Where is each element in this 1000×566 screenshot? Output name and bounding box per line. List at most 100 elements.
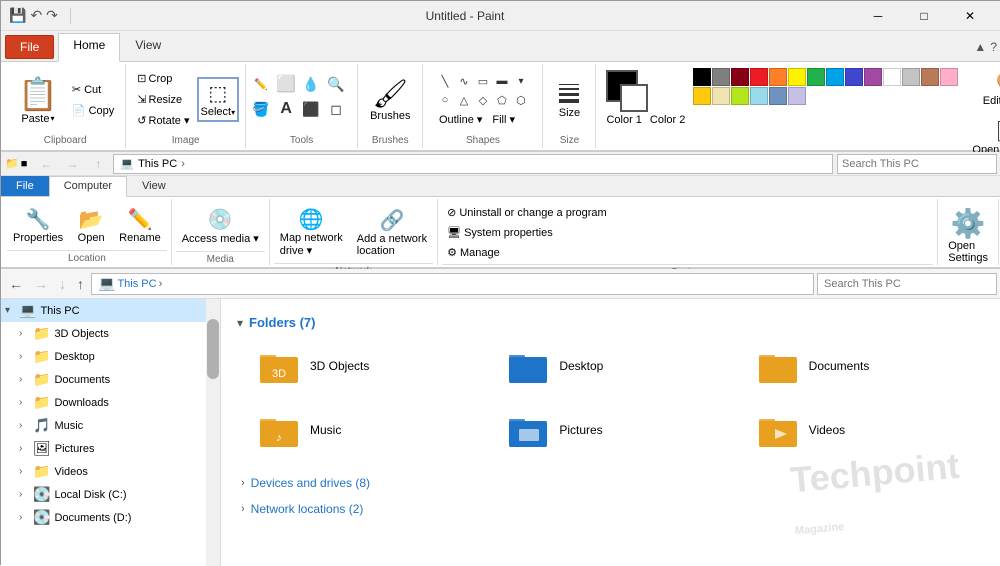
up-button-top[interactable]: ↑ — [87, 153, 109, 175]
paste-button[interactable]: 📋 Paste ▾ — [11, 70, 65, 130]
resize-button[interactable]: ⇲ Resize — [132, 90, 194, 109]
sidebar-item-music[interactable]: › 🎵 Music — [1, 414, 220, 437]
extra-tool2[interactable]: ◻ — [327, 100, 345, 118]
sidebar-item-documents[interactable]: › 📁 Documents — [1, 368, 220, 391]
access-media-button[interactable]: 💿 Access media ▾ — [176, 203, 265, 249]
search-input[interactable] — [817, 273, 997, 295]
back-arrow[interactable]: ← — [5, 274, 27, 294]
color-swatch-19[interactable] — [788, 87, 806, 105]
triangle-shape[interactable]: △ — [455, 91, 473, 109]
folder-item-documents[interactable]: Documents — [752, 342, 985, 390]
color-swatch-10[interactable] — [883, 68, 901, 86]
color-swatch-16[interactable] — [731, 87, 749, 105]
color-swatch-18[interactable] — [769, 87, 787, 105]
forward-arrow[interactable]: → — [30, 274, 52, 294]
address-bar-top[interactable]: 💻 This PC › — [113, 154, 833, 174]
folder-item-3d-objects[interactable]: 3D 3D Objects — [253, 342, 486, 390]
color-swatch-13[interactable] — [940, 68, 958, 86]
breadcrumb[interactable]: 💻 This PC › — [91, 273, 814, 295]
crop-button[interactable]: ⊡ Crop — [132, 69, 194, 88]
color-swatch-9[interactable] — [864, 68, 882, 86]
color-swatch-17[interactable] — [750, 87, 768, 105]
open-button[interactable]: 📂 Open — [71, 203, 111, 248]
folder-item-videos[interactable]: Videos — [752, 406, 985, 454]
back-button-top[interactable]: ← — [35, 153, 57, 175]
sidebar-item-downloads[interactable]: › 📁 Downloads — [1, 391, 220, 414]
color-swatch-5[interactable] — [788, 68, 806, 86]
ribbon-collapse-icon[interactable]: ▲ — [974, 40, 986, 54]
add-location-button[interactable]: 🔗 Add a networklocation — [351, 204, 433, 261]
sidebar-item-local-disk-(c:)[interactable]: › 💽 Local Disk (C:) — [1, 483, 220, 506]
folder-item-pictures[interactable]: Pictures — [502, 406, 735, 454]
folder-item-desktop[interactable]: Desktop — [502, 342, 735, 390]
color-swatch-3[interactable] — [750, 68, 768, 86]
curve-shape[interactable]: ∿ — [455, 72, 473, 90]
devices-drives-row[interactable]: › Devices and drives (8) — [237, 470, 985, 496]
uninstall-button[interactable]: ⊘ Uninstall or change a program — [442, 203, 612, 222]
tab-file[interactable]: File — [5, 35, 54, 59]
manage-button[interactable]: ⚙ Manage — [442, 243, 505, 262]
hexagon-shape[interactable]: ⬡ — [512, 91, 530, 109]
diamond-shape[interactable]: ◇ — [474, 91, 492, 109]
path-thispc[interactable]: This PC — [117, 278, 156, 290]
color-swatch-8[interactable] — [845, 68, 863, 86]
recent-arrow[interactable]: ↓ — [55, 274, 70, 294]
color-swatch-15[interactable] — [712, 87, 730, 105]
color-swatch-1[interactable] — [712, 68, 730, 86]
sidebar-item-this-pc[interactable]: ▾ 💻 This PC — [1, 299, 220, 322]
folders-section-header[interactable]: ▾ Folders (7) — [237, 315, 985, 330]
fill-button[interactable]: Fill ▾ — [489, 112, 518, 127]
rename-button[interactable]: ✏️ Rename — [113, 203, 167, 248]
sidebar-item-videos[interactable]: › 📁 Videos — [1, 460, 220, 483]
color-swatch-14[interactable] — [693, 87, 711, 105]
redo-icon[interactable]: ↷ — [46, 7, 58, 24]
network-locations-row[interactable]: › Network locations (2) — [237, 496, 985, 522]
scroll-thumb[interactable] — [207, 319, 219, 379]
sidebar-item-desktop[interactable]: › 📁 Desktop — [1, 345, 220, 368]
exp-tab-computer[interactable]: Computer — [49, 176, 127, 197]
eraser-tool[interactable]: ⬜ — [277, 75, 295, 93]
rotate-button[interactable]: ↺ Rotate ▾ — [132, 111, 194, 130]
open-settings-button[interactable]: ⚙️ OpenSettings — [942, 203, 994, 268]
help-icon[interactable]: ? — [990, 40, 997, 54]
text-tool[interactable]: A — [277, 100, 295, 118]
exp-tab-view[interactable]: View — [127, 176, 181, 196]
color-swatch-6[interactable] — [807, 68, 825, 86]
copy-button[interactable]: 📄 Copy — [67, 101, 119, 120]
forward-button-top[interactable]: → — [61, 153, 83, 175]
close-button[interactable]: ✕ — [947, 1, 993, 31]
color-swatch-4[interactable] — [769, 68, 787, 86]
magnify-tool[interactable]: 🔍 — [327, 75, 345, 93]
pencil-tool[interactable]: ✏️ — [252, 75, 270, 93]
edit-colors-button[interactable]: 🎨 Edit colors — [966, 66, 1000, 111]
folder-item-music[interactable]: ♪ Music — [253, 406, 486, 454]
exp-tab-file[interactable]: File — [1, 176, 49, 196]
oval-shape[interactable]: ○ — [436, 91, 454, 109]
extra-tool1[interactable]: ⬛ — [302, 100, 320, 118]
select-button[interactable]: ⬚ Select ▾ — [197, 77, 240, 122]
more-shapes[interactable]: ▾ — [512, 72, 530, 90]
color-swatch-7[interactable] — [826, 68, 844, 86]
brushes-button[interactable]: 🖌 Brushes — [364, 73, 416, 126]
rect-shape[interactable]: ▭ — [474, 72, 492, 90]
cut-button[interactable]: ✂ Cut — [67, 80, 119, 99]
paste-dropdown-icon[interactable]: ▾ — [50, 114, 54, 123]
tab-view[interactable]: View — [120, 33, 176, 61]
tab-home[interactable]: Home — [58, 33, 120, 62]
sidebar-item-3d-objects[interactable]: › 📁 3D Objects — [1, 322, 220, 345]
sidebar-scrollbar[interactable] — [206, 299, 220, 566]
size-button[interactable]: Size — [549, 76, 589, 123]
quick-access-toolbar[interactable]: 💾 ↶ ↷ — [9, 7, 58, 24]
system-props-button[interactable]: 🖥 System properties — [442, 223, 558, 242]
sidebar-item-pictures[interactable]: › 🖼 Pictures — [1, 437, 220, 460]
color-swatch-11[interactable] — [902, 68, 920, 86]
properties-button[interactable]: 🔧 Properties — [7, 203, 69, 248]
color-swatch-2[interactable] — [731, 68, 749, 86]
eyedropper-tool[interactable]: 💧 — [302, 75, 320, 93]
color-swatch-0[interactable] — [693, 68, 711, 86]
fill-tool[interactable]: 🪣 — [252, 100, 270, 118]
folders-collapse-icon[interactable]: ▾ — [237, 316, 243, 330]
color-swatch-12[interactable] — [921, 68, 939, 86]
maximize-button[interactable]: □ — [901, 1, 947, 31]
save-icon[interactable]: 💾 — [9, 7, 26, 24]
